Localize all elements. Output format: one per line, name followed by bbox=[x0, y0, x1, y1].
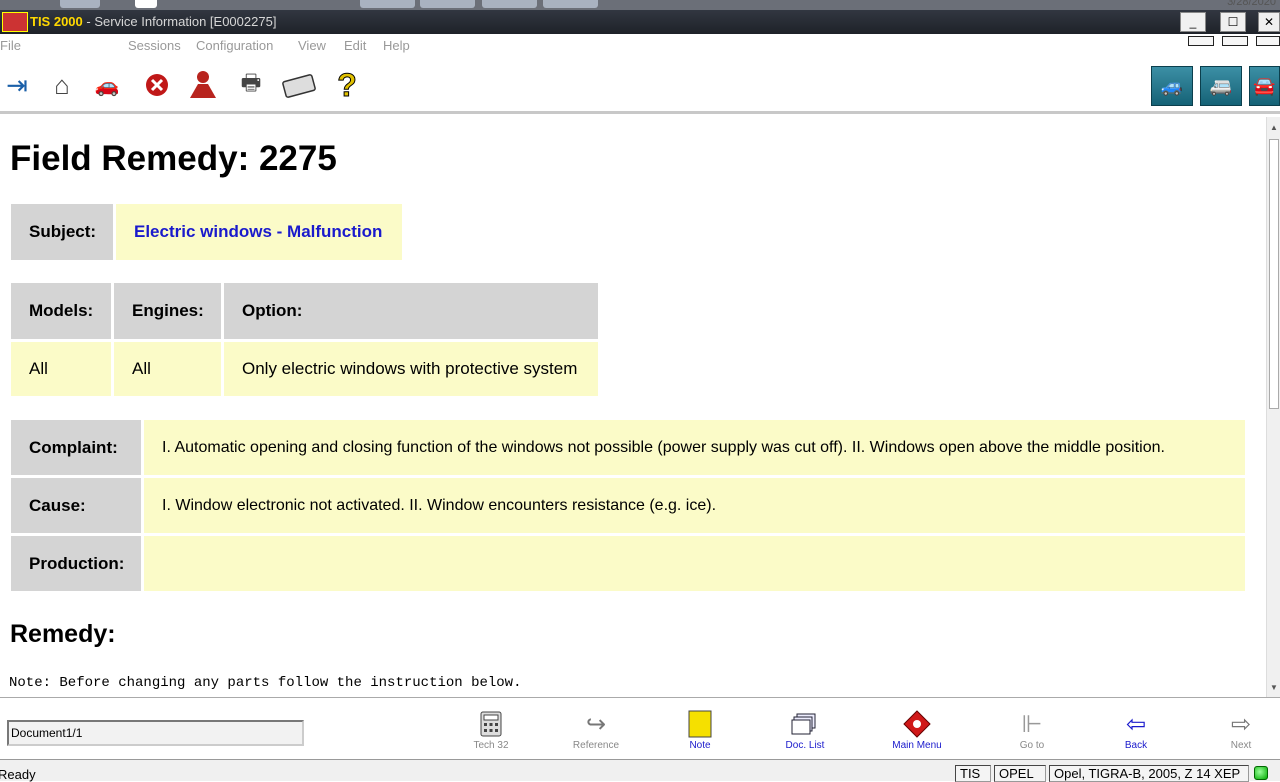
note-icon bbox=[685, 710, 715, 738]
taskbar-strip bbox=[0, 0, 1280, 10]
back-label: Back bbox=[1124, 740, 1148, 751]
cause-value: I. Window electronic not activated. II. … bbox=[144, 478, 1245, 533]
person-icon[interactable] bbox=[186, 68, 220, 102]
status-mode: TIS bbox=[955, 765, 991, 782]
connection-status-icon bbox=[1254, 766, 1268, 780]
production-label: Production: bbox=[11, 536, 141, 591]
doc-list-label: Doc. List bbox=[785, 740, 825, 751]
models-value: All bbox=[11, 342, 111, 396]
vehicle-diagnostics-icon[interactable]: 🚙 bbox=[1151, 66, 1193, 106]
mdi-close-button[interactable] bbox=[1256, 36, 1280, 46]
reference-label: Reference bbox=[572, 740, 620, 751]
goto-icon: ⊩ bbox=[1021, 710, 1043, 738]
close-circle-icon[interactable] bbox=[140, 68, 174, 102]
taskbar-item[interactable] bbox=[420, 0, 475, 8]
next-arrow-icon: ⇨ bbox=[1230, 710, 1252, 738]
app-icon bbox=[2, 12, 28, 32]
models-label: Models: bbox=[11, 283, 111, 339]
menu-sessions[interactable]: Sessions bbox=[128, 38, 181, 53]
help-icon[interactable]: ? bbox=[330, 66, 364, 103]
maximize-button[interactable]: ☐ bbox=[1220, 12, 1246, 32]
next-label: Next bbox=[1230, 740, 1252, 751]
printer-icon[interactable]: 🖶 bbox=[234, 68, 268, 102]
option-value: Only electric windows with protective sy… bbox=[224, 342, 598, 396]
scroll-down-icon[interactable]: ▼ bbox=[1270, 683, 1278, 692]
status-vehicle: Opel, TIGRA-B, 2005, Z 14 XEP bbox=[1049, 765, 1249, 782]
taskbar-item[interactable] bbox=[543, 0, 598, 8]
reference-arrow-icon: ↪ bbox=[585, 710, 607, 738]
main-menu-icon bbox=[902, 710, 932, 738]
close-button[interactable]: ✕ bbox=[1258, 12, 1280, 32]
menu-configuration[interactable]: Configuration bbox=[196, 38, 273, 53]
vehicle-icon[interactable]: 🚗 bbox=[90, 68, 124, 102]
keyboard-icon[interactable] bbox=[282, 68, 316, 102]
clock-date: 3/28/2020 bbox=[1227, 0, 1276, 8]
calculator-icon bbox=[476, 710, 506, 738]
taskbar-item[interactable] bbox=[360, 0, 415, 8]
scroll-up-icon[interactable]: ▲ bbox=[1270, 123, 1278, 132]
vertical-scrollbar[interactable]: ▲ ▼ bbox=[1266, 117, 1280, 697]
complaint-value: I. Automatic opening and closing functio… bbox=[144, 420, 1245, 475]
doc-list-button[interactable]: Doc. List bbox=[770, 710, 840, 751]
doc-list-icon bbox=[790, 710, 820, 738]
status-bar: Ready TIS OPEL Opel, TIGRA-B, 2005, Z 14… bbox=[0, 759, 1280, 782]
back-button[interactable]: ⇦ Back bbox=[1101, 710, 1171, 752]
page-title: Field Remedy: 2275 bbox=[10, 139, 337, 178]
engines-value: All bbox=[114, 342, 221, 396]
option-label: Option: bbox=[224, 283, 598, 339]
main-menu-label: Main Menu bbox=[892, 740, 942, 751]
remedy-heading: Remedy: bbox=[10, 620, 116, 648]
status-text: Ready bbox=[0, 767, 36, 782]
tech32-label: Tech 32 bbox=[473, 740, 509, 751]
title-bar: TIS 2000 - Service Information [E0002275… bbox=[0, 0, 1280, 34]
document-field: Document1/1 bbox=[7, 720, 304, 746]
window-title: TIS 2000 - Service Information [E0002275… bbox=[30, 14, 276, 29]
menu-edit[interactable]: Edit bbox=[344, 38, 366, 53]
taskbar-item[interactable] bbox=[135, 0, 157, 8]
production-value bbox=[144, 536, 1245, 591]
menu-file[interactable]: File bbox=[0, 38, 21, 53]
navigation-bar: Document1/1 Tech 32 ↪ Reference Note Doc… bbox=[0, 697, 1280, 759]
mdi-minimize-button[interactable] bbox=[1188, 36, 1214, 46]
home-icon[interactable]: ⌂ bbox=[45, 68, 79, 102]
goto-label: Go to bbox=[1019, 740, 1045, 751]
taskbar-item[interactable] bbox=[60, 0, 100, 8]
status-brand: OPEL bbox=[994, 765, 1046, 782]
document-view: Field Remedy: 2275 Subject: Electric win… bbox=[0, 117, 1266, 697]
tech32-button[interactable]: Tech 32 bbox=[456, 710, 526, 751]
note-label: Note bbox=[689, 740, 711, 751]
back-arrow-icon: ⇦ bbox=[1125, 710, 1147, 738]
engines-label: Engines: bbox=[114, 283, 221, 339]
menu-view[interactable]: View bbox=[298, 38, 326, 53]
reference-button[interactable]: ↪ Reference bbox=[561, 710, 631, 752]
subject-label: Subject: bbox=[11, 204, 113, 260]
remedy-note: Note: Before changing any parts follow t… bbox=[9, 675, 522, 691]
mdi-restore-button[interactable] bbox=[1222, 36, 1248, 46]
vehicle-info-icon[interactable]: 🚘 bbox=[1249, 66, 1280, 106]
menu-help[interactable]: Help bbox=[383, 38, 410, 53]
subject-value: Electric windows - Malfunction bbox=[116, 204, 402, 260]
menu-bar: File Sessions Configuration View Edit He… bbox=[0, 34, 1280, 58]
app-name: TIS 2000 bbox=[30, 14, 83, 29]
vehicle-service-icon[interactable]: 🚐 bbox=[1200, 66, 1242, 106]
main-menu-button[interactable]: Main Menu bbox=[882, 710, 952, 751]
goto-button[interactable]: ⊩ Go to bbox=[997, 710, 1067, 752]
note-button[interactable]: Note bbox=[665, 710, 735, 751]
scroll-thumb[interactable] bbox=[1269, 139, 1279, 409]
window-subtitle: - Service Information [E0002275] bbox=[82, 14, 277, 29]
complaint-label: Complaint: bbox=[11, 420, 141, 475]
toolbar: ⇥ ⌂ 🚗 🖶 ? 🚙 🚐 🚘 bbox=[0, 58, 1280, 114]
cause-label: Cause: bbox=[11, 478, 141, 533]
minimize-button[interactable]: _ bbox=[1180, 12, 1206, 32]
exit-icon[interactable]: ⇥ bbox=[0, 68, 34, 102]
taskbar-item[interactable] bbox=[482, 0, 537, 8]
next-button[interactable]: ⇨ Next bbox=[1206, 710, 1276, 752]
